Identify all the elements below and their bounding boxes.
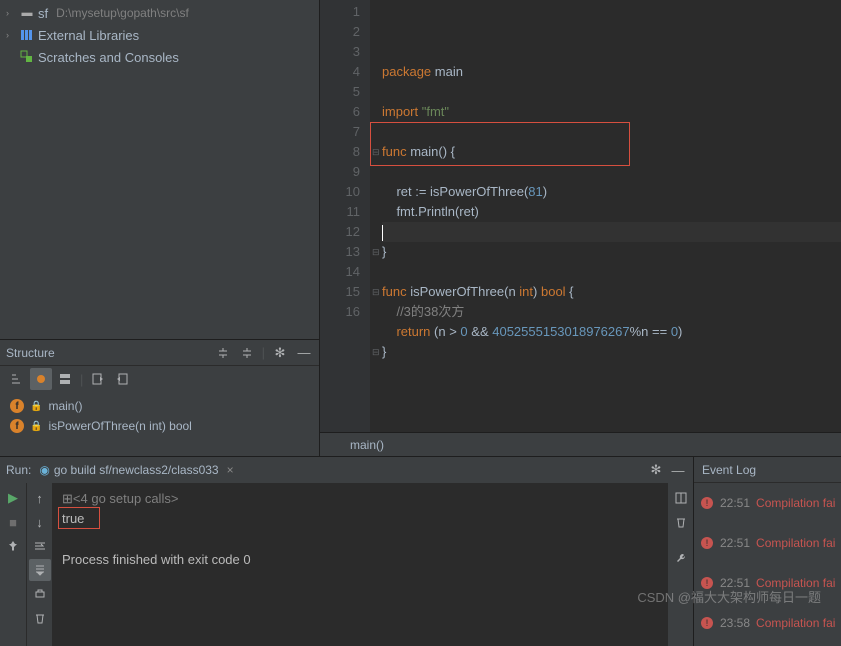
external-libraries[interactable]: › External Libraries (0, 24, 319, 46)
svg-text:!: ! (706, 498, 709, 508)
minimize-icon[interactable]: — (669, 461, 687, 479)
scroll-icon[interactable] (29, 559, 51, 581)
lock-icon: 🔒 (30, 421, 42, 432)
lock-icon: 🔒 (30, 401, 42, 412)
error-icon: ! (700, 496, 714, 510)
code-content[interactable]: package main import "fmt" ⊟func main() {… (370, 0, 841, 432)
rerun-icon[interactable]: ▶ (2, 487, 24, 509)
run-panel: Run: ◉ go build sf/newclass2/class033 × … (0, 457, 693, 646)
project-name: sf (38, 6, 48, 21)
run-toolbar-2: ↑ ↓ (26, 483, 52, 646)
close-icon[interactable]: × (227, 463, 234, 477)
run-output[interactable]: ⊞<4 go setup calls> true Process finishe… (52, 483, 667, 646)
structure-item[interactable]: f🔒isPowerOfThree(n int) bool (0, 416, 319, 436)
svg-text:!: ! (706, 538, 709, 548)
breadcrumb[interactable]: main() (320, 432, 841, 456)
wrench-icon[interactable] (670, 547, 692, 569)
gear-icon[interactable]: ✻ (647, 461, 665, 479)
event-log-item[interactable]: !23:58Compilation failed (694, 603, 841, 643)
error-icon: ! (700, 576, 714, 590)
structure-list: f🔒main()f🔒isPowerOfThree(n int) bool (0, 392, 319, 456)
output-setup: <4 go setup calls> (73, 491, 179, 506)
trash-icon[interactable] (670, 511, 692, 533)
stop-icon[interactable]: ■ (2, 511, 24, 533)
gutter[interactable]: 12345678910111213141516 (320, 0, 370, 432)
event-log-panel: Event Log !22:51Compilation failed!22:51… (693, 457, 841, 646)
go-icon: ◉ (39, 463, 49, 477)
chevron-right-icon: › (6, 30, 16, 40)
minimize-icon[interactable]: — (295, 344, 313, 362)
structure-toolbar: | (0, 366, 319, 392)
chevron-right-icon: › (6, 8, 16, 18)
event-log-title: Event Log (694, 457, 841, 483)
up-icon[interactable]: ↑ (29, 487, 51, 509)
group-icon[interactable] (54, 368, 76, 390)
run-label: Run: (6, 463, 31, 477)
fields-icon[interactable] (30, 368, 52, 390)
scratches-label: Scratches and Consoles (38, 50, 179, 65)
error-icon: ! (700, 616, 714, 630)
project-path: D:\mysetup\gopath\src\sf (56, 6, 189, 20)
run-toolbar-left: ▶ ■ (0, 483, 26, 646)
svg-text:!: ! (706, 578, 709, 588)
event-log-item[interactable]: !22:51Compilation failed (694, 483, 841, 523)
autoscroll-from-icon[interactable] (111, 368, 133, 390)
scratches[interactable]: Scratches and Consoles (0, 46, 319, 68)
scratch-icon (20, 50, 34, 64)
error-icon: ! (700, 536, 714, 550)
sort-icon[interactable] (6, 368, 28, 390)
svg-text:!: ! (706, 618, 709, 628)
pin-icon[interactable] (2, 535, 24, 557)
expand-icon[interactable] (214, 344, 232, 362)
run-tab[interactable]: ◉ go build sf/newclass2/class033 × (39, 463, 233, 477)
library-icon (20, 28, 34, 42)
print-icon[interactable] (29, 583, 51, 605)
function-icon: f (10, 419, 24, 433)
output-result: true (62, 511, 84, 526)
layout-icon[interactable] (670, 487, 692, 509)
folder-icon: ▬ (20, 6, 34, 20)
function-icon: f (10, 399, 24, 413)
event-log-item[interactable]: !22:51Compilation failed (694, 563, 841, 603)
structure-panel: Structure | ✻ — | f🔒main()f🔒isPowerOfThr… (0, 339, 319, 456)
external-libraries-label: External Libraries (38, 28, 139, 43)
event-log-item[interactable]: !22:51Compilation failed (694, 523, 841, 563)
trash-icon[interactable] (29, 607, 51, 629)
structure-title: Structure (6, 346, 208, 360)
editor: 12345678910111213141516 package main imp… (320, 0, 841, 456)
gear-icon[interactable]: ✻ (271, 344, 289, 362)
structure-item[interactable]: f🔒main() (0, 396, 319, 416)
run-toolbar-right (667, 483, 693, 646)
autoscroll-source-icon[interactable] (87, 368, 109, 390)
output-exit: Process finished with exit code 0 (62, 550, 657, 570)
down-icon[interactable]: ↓ (29, 511, 51, 533)
wrap-icon[interactable] (29, 535, 51, 557)
project-root[interactable]: › ▬ sf D:\mysetup\gopath\src\sf (0, 2, 319, 24)
project-tree[interactable]: › ▬ sf D:\mysetup\gopath\src\sf › Extern… (0, 0, 319, 339)
collapse-icon[interactable] (238, 344, 256, 362)
